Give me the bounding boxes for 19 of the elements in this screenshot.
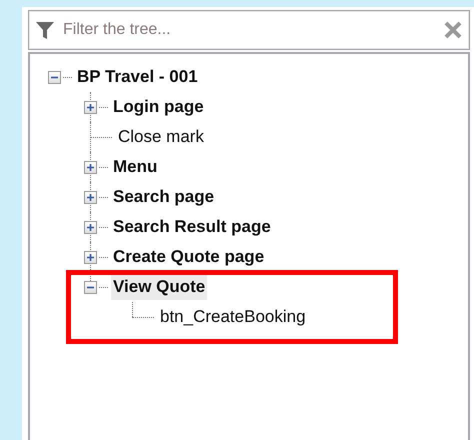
filter-box[interactable]: Filter the tree... bbox=[28, 10, 470, 50]
tree-item[interactable]: Menu bbox=[111, 154, 160, 180]
expand-icon[interactable] bbox=[84, 160, 97, 174]
tree-item[interactable]: Search Result page bbox=[111, 214, 273, 240]
expand-icon[interactable] bbox=[84, 250, 97, 264]
tree-item[interactable]: Create Quote page bbox=[111, 244, 266, 270]
filter-icon bbox=[35, 20, 55, 40]
expand-icon[interactable] bbox=[84, 190, 97, 204]
tree-item[interactable]: View Quote bbox=[111, 274, 208, 300]
collapse-icon[interactable] bbox=[84, 280, 97, 294]
tree-item[interactable]: btn_CreateBooking bbox=[158, 304, 308, 330]
tree-item[interactable]: BP Travel - 001 bbox=[75, 64, 200, 90]
tree-item[interactable]: Login page bbox=[111, 94, 206, 120]
tree-item[interactable]: Close mark bbox=[116, 124, 206, 150]
close-icon[interactable] bbox=[443, 20, 463, 40]
expand-icon[interactable] bbox=[84, 220, 97, 234]
tree-item[interactable]: Search page bbox=[111, 184, 216, 210]
collapse-icon[interactable] bbox=[48, 70, 61, 84]
expand-icon[interactable] bbox=[84, 100, 97, 114]
